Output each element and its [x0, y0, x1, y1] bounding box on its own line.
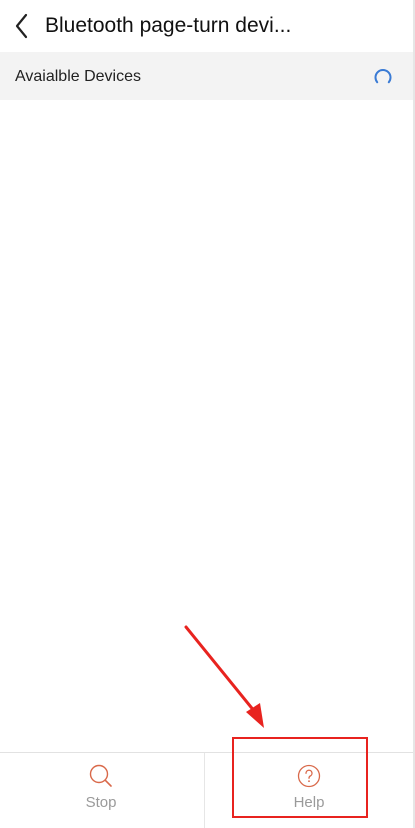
app-header: Bluetooth page-turn devi... [0, 0, 413, 52]
section-label: Avaialble Devices [15, 68, 141, 85]
question-circle-icon [297, 764, 321, 788]
search-icon [89, 764, 112, 787]
chevron-left-icon [15, 13, 28, 39]
page-title: Bluetooth page-turn devi... [45, 14, 292, 37]
bluetooth-devices-screen: Bluetooth page-turn devi... Avaialble De… [0, 0, 415, 828]
loading-spinner-icon [374, 69, 392, 84]
stop-button[interactable]: Stop [0, 753, 204, 828]
bottom-action-bar: Stop Help [0, 752, 413, 828]
back-button[interactable] [8, 10, 38, 42]
device-list [0, 100, 413, 752]
stop-label: Stop [85, 794, 117, 811]
help-button[interactable]: Help [205, 753, 413, 828]
help-label: Help [293, 794, 325, 811]
available-devices-section-header: Avaialble Devices [0, 52, 413, 100]
